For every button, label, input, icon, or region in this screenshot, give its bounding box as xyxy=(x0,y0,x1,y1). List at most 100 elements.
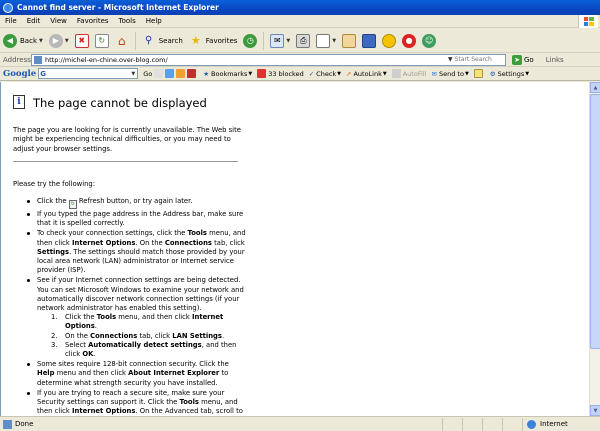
highlight-button[interactable] xyxy=(473,69,485,78)
b3-t8: Settings xyxy=(37,247,70,256)
menu-help[interactable]: Help xyxy=(141,17,167,25)
google-go-button[interactable]: Go xyxy=(143,69,198,78)
step-number: 1. xyxy=(51,313,58,322)
s2-t5: . xyxy=(221,331,225,340)
b2-text: If you typed the page address in the Add… xyxy=(37,210,244,228)
list-item: Click the ↻ Refresh button, or try again… xyxy=(25,197,247,209)
step-item: 3. Select Automatically detect settings, … xyxy=(51,341,247,359)
autofill-label: AutoFill xyxy=(402,69,427,78)
b5-t1: Some sites require 128-bit connection se… xyxy=(37,360,229,369)
s2-t3: tab, click xyxy=(137,331,173,340)
menu-view[interactable]: View xyxy=(45,17,72,25)
research-button[interactable] xyxy=(359,31,379,51)
messenger-red-icon: ● xyxy=(402,33,417,48)
history-button[interactable]: ◷ xyxy=(240,31,260,51)
google-lucky-icon[interactable] xyxy=(187,69,197,78)
mail-button[interactable]: ✉ ▼ xyxy=(267,31,293,51)
google-search-input[interactable]: G ▼ xyxy=(38,68,139,79)
b3-t7: tab, click xyxy=(211,238,245,247)
aim-icon xyxy=(382,33,397,48)
autofill-icon xyxy=(391,69,401,78)
list-item: If you are trying to reach a secure site… xyxy=(25,389,247,416)
autofill-button[interactable]: AutoFill xyxy=(391,69,427,78)
scroll-down-button[interactable]: ▼ xyxy=(590,405,600,416)
s1-t3: menu, and then click xyxy=(116,313,192,322)
messenger-button[interactable]: ☺ xyxy=(419,31,439,51)
favorites-button[interactable]: ★ Favorites xyxy=(186,31,241,51)
divider xyxy=(13,161,238,162)
mail-dropdown-icon[interactable]: ▼ xyxy=(286,38,290,44)
status-text: Done xyxy=(15,420,34,428)
favorites-star-icon: ★ xyxy=(190,34,201,47)
steps-list: 1. Click the Tools menu, and then click I… xyxy=(51,313,247,359)
suggestions-list: Click the ↻ Refresh button, or try again… xyxy=(25,197,247,416)
send-to-label: Send to xyxy=(438,69,464,78)
forward-dropdown-icon[interactable]: ▼ xyxy=(65,38,69,44)
scroll-up-button[interactable]: ▲ xyxy=(590,82,600,93)
s2-t1: On the xyxy=(65,331,91,340)
b6-t4: Internet Options xyxy=(71,407,136,416)
title-bar[interactable]: Cannot find server - Microsoft Internet … xyxy=(0,0,600,15)
google-news-icon[interactable] xyxy=(176,69,186,78)
stop-button[interactable]: ✖ xyxy=(72,31,92,51)
refresh-button[interactable]: ↻ xyxy=(92,31,112,51)
messenger-people-icon: ☺ xyxy=(422,33,437,48)
go-button[interactable]: ➤ Go xyxy=(512,54,534,65)
edit-dropdown-icon[interactable]: ▼ xyxy=(332,38,336,44)
go-label: Go xyxy=(524,55,534,64)
google-logo-text: Google xyxy=(3,68,37,79)
refresh-page-icon: ↻ xyxy=(68,200,77,209)
print-icon: ⎙ xyxy=(296,33,311,48)
settings-dropdown-icon: ▼ xyxy=(525,70,530,77)
bookmarks-button[interactable]: ★ Bookmarks ▼ xyxy=(203,70,252,78)
history-icon: ◷ xyxy=(243,33,258,48)
google-logo[interactable]: Google xyxy=(3,69,36,79)
address-url[interactable]: http://michel-en-chine.over-blog.com/ xyxy=(45,56,168,64)
search-button[interactable]: ⚲ Search xyxy=(139,31,186,51)
start-search-input[interactable] xyxy=(454,56,505,63)
forward-button[interactable]: ▶ ▼ xyxy=(46,31,72,51)
back-button[interactable]: ◀ Back ▼ xyxy=(0,31,46,51)
links-button[interactable]: Links xyxy=(546,56,564,64)
messenger-red-button[interactable]: ● xyxy=(399,31,419,51)
b5-t3: menu and then click xyxy=(54,369,129,378)
send-to-button[interactable]: ✉ Send to ▼ xyxy=(432,70,469,78)
search-label: Search xyxy=(158,36,183,45)
b3-t5: . On the xyxy=(135,238,165,247)
address-dropdown-icon[interactable]: ▼ xyxy=(448,56,453,63)
window-title: Cannot find server - Microsoft Internet … xyxy=(17,3,219,12)
security-zone[interactable]: Internet xyxy=(522,417,600,431)
vertical-scrollbar[interactable]: ▲ ▼ xyxy=(589,82,600,416)
toolbar-separator xyxy=(134,31,136,50)
forward-arrow-icon: ▶ xyxy=(48,33,63,48)
step-number: 3. xyxy=(51,340,58,349)
s3-t4: OK xyxy=(82,350,94,359)
address-label: Address xyxy=(3,55,31,64)
status-panel xyxy=(462,417,482,431)
b1-post: Refresh button, or try again later. xyxy=(78,197,193,205)
scroll-thumb[interactable] xyxy=(590,94,600,349)
autolink-dropdown-icon: ▼ xyxy=(382,70,387,77)
google-toolbar: Google G ▼ Go ★ Bookmarks ▼ 33 blocked ✓… xyxy=(0,67,600,81)
home-button[interactable]: ⌂ xyxy=(112,31,132,51)
google-search-dropdown-icon[interactable]: ▼ xyxy=(131,71,135,77)
discuss-button[interactable] xyxy=(339,31,359,51)
start-search-field[interactable]: ▼ xyxy=(448,55,505,65)
menu-file[interactable]: File xyxy=(0,17,22,25)
menu-bar: File Edit View Favorites Tools Help xyxy=(0,15,600,28)
spell-check-button[interactable]: ✓ Check ▼ xyxy=(309,70,341,78)
popup-blocker-button[interactable]: 33 blocked xyxy=(257,69,304,78)
print-button[interactable]: ⎙ xyxy=(293,31,313,51)
back-dropdown-icon[interactable]: ▼ xyxy=(39,38,43,44)
autolink-button[interactable]: ➚ AutoLink ▼ xyxy=(346,70,387,78)
menu-tools[interactable]: Tools xyxy=(114,17,141,25)
address-input[interactable]: http://michel-en-chine.over-blog.com/ ▼ xyxy=(31,53,506,66)
aim-button[interactable] xyxy=(379,31,399,51)
google-globe-icon[interactable] xyxy=(165,69,175,78)
menu-favorites[interactable]: Favorites xyxy=(72,17,114,25)
settings-label: Settings xyxy=(497,69,525,78)
menu-edit[interactable]: Edit xyxy=(22,17,46,25)
google-settings-button[interactable]: ⚙ Settings ▼ xyxy=(490,70,529,78)
google-search-prefix: G xyxy=(40,69,46,78)
edit-button[interactable]: ▼ xyxy=(313,31,339,51)
